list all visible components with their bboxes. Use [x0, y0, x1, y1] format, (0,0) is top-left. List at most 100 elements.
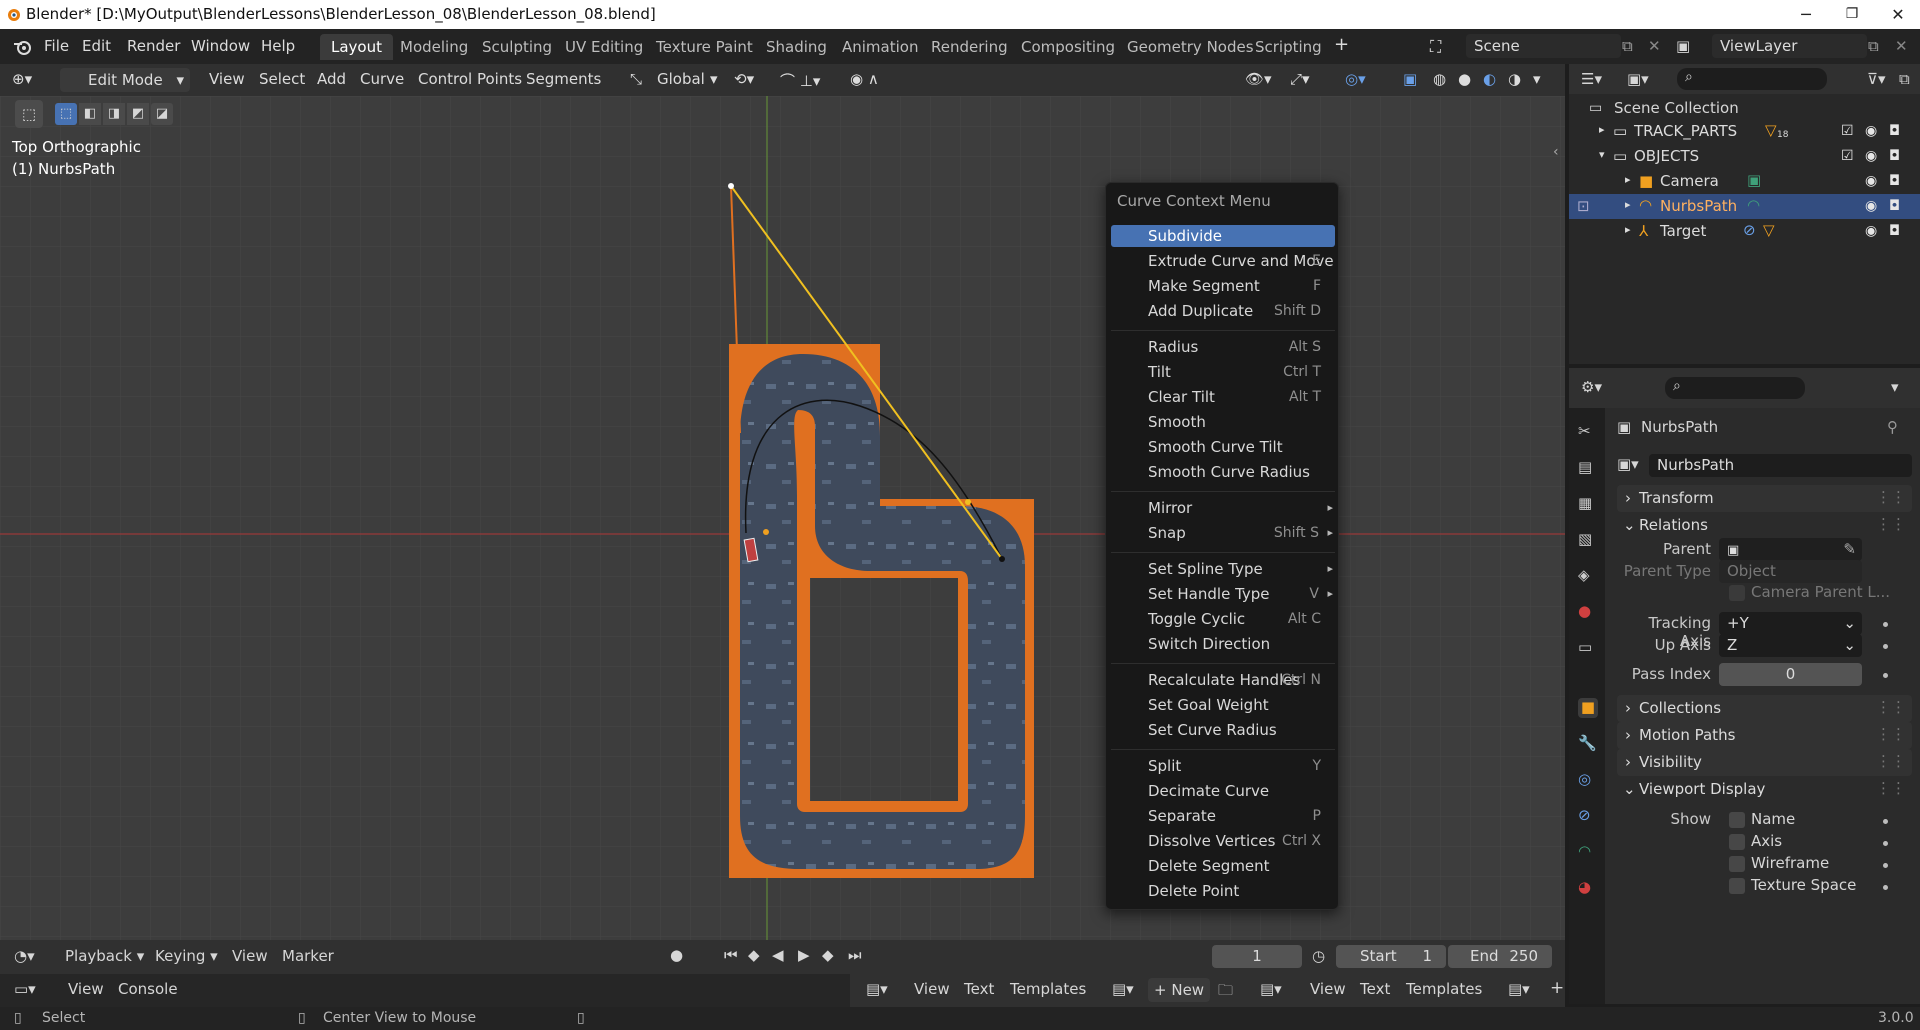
context-menu-item[interactable]: Set Curve Radius — [1111, 719, 1335, 741]
context-menu-item[interactable]: Snap Shift S ▸ — [1111, 522, 1335, 544]
exclude-checkbox[interactable]: ☑ — [1841, 148, 1854, 164]
play-icon[interactable]: ▶ — [798, 946, 810, 964]
context-menu-item[interactable]: Dissolve Vertices Ctrl X — [1111, 830, 1335, 852]
text-menu-view[interactable]: View — [914, 980, 950, 998]
viewport-menu-curve[interactable]: Curve — [360, 70, 404, 88]
animate-property-icon[interactable] — [1883, 819, 1888, 824]
context-menu-item[interactable]: Set Spline Type ▸ — [1111, 558, 1335, 580]
object-name-field[interactable]: NurbsPath — [1649, 454, 1912, 477]
show-name-checkbox[interactable] — [1729, 812, 1745, 828]
camera-render-icon[interactable]: ◘ — [1889, 223, 1900, 239]
context-menu-item[interactable]: Separate P — [1111, 805, 1335, 827]
prev-keyframe-icon[interactable]: ◆ — [748, 946, 760, 964]
timeline-editor-icon[interactable]: ◔▾ — [14, 947, 35, 965]
delete-view-layer-icon[interactable]: ✕ — [1895, 37, 1908, 55]
context-menu-item[interactable]: Extrude Curve and Move E — [1111, 250, 1335, 272]
play-reverse-icon[interactable]: ◀ — [772, 946, 784, 964]
animate-property-icon[interactable] — [1883, 885, 1888, 890]
console-editor-icon[interactable]: ▭▾ — [14, 980, 36, 998]
camera-render-icon[interactable]: ◘ — [1889, 148, 1900, 164]
select-subtract-icon[interactable]: ◨ — [103, 103, 125, 125]
timeline-menu-view[interactable]: View — [232, 947, 268, 965]
eye-icon[interactable]: ◉ — [1865, 123, 1877, 139]
menu-file[interactable]: File — [44, 37, 69, 55]
expand-icon[interactable]: ▸ — [1599, 123, 1605, 136]
panel-motion-paths[interactable]: › Motion Paths ⋮⋮ — [1617, 722, 1912, 749]
show-axis-checkbox[interactable] — [1729, 834, 1745, 850]
context-menu-item[interactable]: Clear Tilt Alt T — [1111, 386, 1335, 408]
new-text-button[interactable]: + New — [1148, 978, 1210, 1002]
control-point[interactable] — [763, 529, 769, 535]
tab-sculpting[interactable]: Sculpting — [471, 34, 563, 60]
context-menu-item[interactable]: Radius Alt S — [1111, 336, 1335, 358]
animate-property-icon[interactable] — [1883, 673, 1888, 678]
menu-render[interactable]: Render — [127, 37, 180, 55]
close-button[interactable]: ✕ — [1875, 0, 1920, 29]
xray-icon[interactable]: ▣ — [1403, 70, 1417, 88]
drag-handle-icon[interactable]: ⋮⋮ — [1876, 698, 1906, 716]
panel-visibility[interactable]: › Visibility ⋮⋮ — [1617, 749, 1912, 776]
context-menu-item[interactable]: Delete Point — [1111, 880, 1335, 902]
delete-scene-icon[interactable]: ✕ — [1648, 37, 1661, 55]
record-icon[interactable]: ● — [670, 946, 683, 964]
jump-end-icon[interactable]: ⏭ — [848, 946, 862, 964]
outliner-row-camera[interactable]: ▸ ■ Camera ▣ ◉ ◘ — [1569, 169, 1920, 194]
control-point[interactable] — [965, 499, 971, 505]
tab-uv-editing[interactable]: UV Editing — [554, 34, 654, 60]
camera-render-icon[interactable]: ◘ — [1889, 173, 1900, 189]
eye-icon[interactable]: ◉ — [1865, 198, 1877, 214]
gizmo-icon[interactable]: ⤢▾ — [1290, 70, 1310, 88]
drag-handle-icon[interactable]: ⋮⋮ — [1876, 779, 1906, 797]
viewport-menu-select[interactable]: Select — [259, 70, 305, 88]
expand-icon[interactable]: ▸ — [1625, 198, 1631, 211]
tracking-axis-dropdown[interactable]: +Y ⌄ — [1719, 612, 1862, 635]
properties-search-input[interactable]: ⌕ — [1665, 377, 1805, 399]
edit-mode-icon[interactable]: ⊡ — [1577, 197, 1590, 215]
console-menu-console[interactable]: Console — [118, 980, 178, 998]
world-tab-icon[interactable]: ● — [1578, 602, 1598, 622]
eye-icon[interactable]: ◉ — [1865, 223, 1877, 239]
viewport-menu-add[interactable]: Add — [317, 70, 346, 88]
timeline-menu-playback[interactable]: Playback ▾ — [65, 947, 144, 965]
render-tab-icon[interactable]: ▤ — [1578, 458, 1598, 478]
tab-shading[interactable]: Shading — [755, 34, 838, 60]
context-menu-item[interactable]: Smooth Curve Radius — [1111, 461, 1335, 483]
expand-icon[interactable]: ▸ — [1625, 223, 1631, 236]
minimize-button[interactable]: ─ — [1783, 0, 1829, 29]
control-point[interactable] — [999, 556, 1005, 562]
particles-tab-icon[interactable]: ◎ — [1578, 770, 1598, 790]
select-new-icon[interactable]: ⬚ — [55, 103, 77, 125]
viewport-menu-segments[interactable]: Segments — [526, 70, 601, 88]
context-menu-item[interactable]: Delete Segment — [1111, 855, 1335, 877]
pin-icon[interactable]: ⚲ — [1887, 418, 1898, 436]
drag-handle-icon[interactable]: ⋮⋮ — [1876, 515, 1906, 533]
animate-property-icon[interactable] — [1883, 863, 1888, 868]
drag-handle-icon[interactable]: ⋮⋮ — [1876, 488, 1906, 506]
context-menu-item[interactable]: Recalculate Handles Ctrl N — [1111, 669, 1335, 691]
pivot-icon[interactable]: ⟲▾ — [734, 70, 754, 88]
animate-property-icon[interactable] — [1883, 622, 1888, 627]
context-menu-item[interactable]: Mirror ▸ — [1111, 497, 1335, 519]
outliner-row-nurbspath[interactable]: ⊡ ▸ ◠ NurbsPath ◠ ◉ ◘ — [1569, 194, 1920, 219]
add-workspace-icon[interactable]: + — [1334, 34, 1349, 55]
panel-viewport-display[interactable]: ⌄ Viewport Display ⋮⋮ — [1617, 776, 1912, 803]
menu-help[interactable]: Help — [261, 37, 295, 55]
eye-icon[interactable]: ◉ — [1865, 148, 1877, 164]
properties-editor-icon[interactable]: ⚙▾ — [1581, 378, 1602, 396]
show-wireframe-checkbox[interactable] — [1729, 856, 1745, 872]
mode-dropdown[interactable]: Edit Mode ▾ — [60, 68, 190, 92]
console-menu-view[interactable]: View — [68, 980, 104, 998]
blender-menu-icon[interactable] — [12, 38, 32, 56]
text-menu-templates[interactable]: Templates — [1010, 980, 1086, 998]
camera-parent-lock-checkbox[interactable] — [1729, 585, 1745, 601]
text2-menu-text[interactable]: Text — [1360, 980, 1390, 998]
outliner-search-input[interactable]: ⌕ — [1677, 68, 1827, 90]
outliner-editor-icon[interactable]: ☰▾ — [1581, 70, 1602, 88]
context-menu-item[interactable]: Set Goal Weight — [1111, 694, 1335, 716]
solid-shading-icon[interactable]: ● — [1458, 70, 1471, 88]
view-layer-tab-icon[interactable]: ▧ — [1578, 530, 1598, 550]
overlays-icon[interactable]: ◎▾ — [1345, 70, 1366, 88]
text-editor-2-icon[interactable]: ▤▾ — [1260, 980, 1282, 998]
tab-layout[interactable]: Layout — [320, 34, 393, 60]
orientation-dropdown[interactable]: Global — [657, 70, 705, 88]
